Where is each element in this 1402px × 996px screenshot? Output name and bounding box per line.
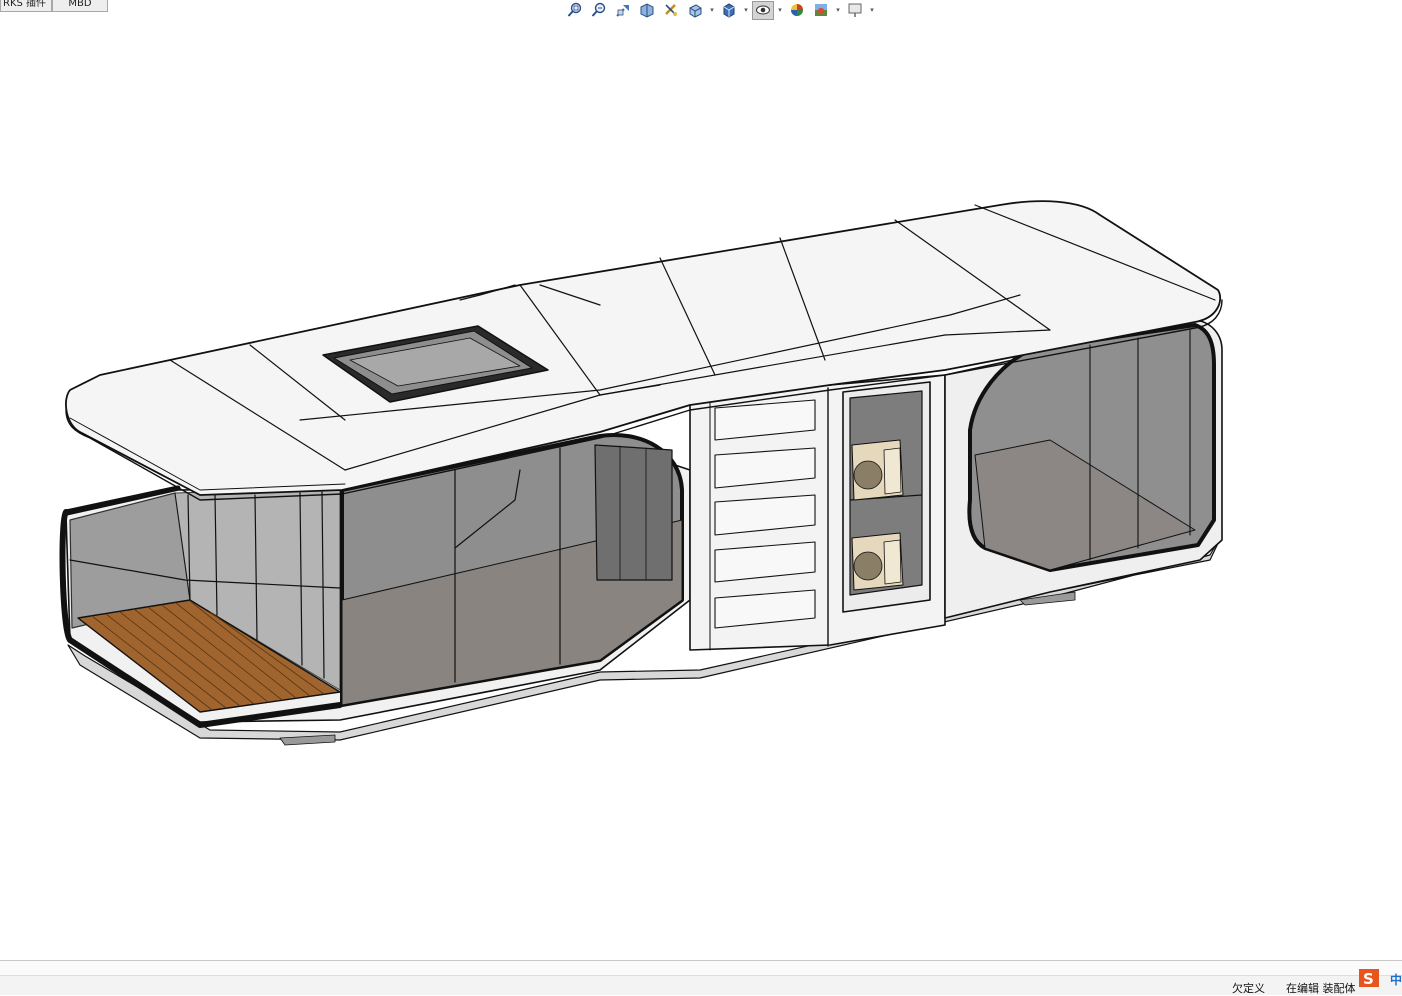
graphics-area[interactable] xyxy=(0,22,1402,960)
apply-scene-dropdown-icon[interactable]: ▾ xyxy=(834,1,842,20)
display-style-dropdown-icon[interactable]: ▾ xyxy=(742,1,750,20)
tab-mbd[interactable]: MBD xyxy=(52,0,108,12)
capsule-house-model xyxy=(59,200,1223,746)
hide-show-dropdown-icon[interactable]: ▾ xyxy=(776,1,784,20)
zoom-to-fit-icon[interactable] xyxy=(564,1,586,20)
ime-logo-icon[interactable]: S xyxy=(1355,967,1383,991)
previous-view-icon[interactable] xyxy=(612,1,634,20)
command-manager-tabs: RKS 插件 MBD xyxy=(0,0,108,12)
view-orientation-icon[interactable] xyxy=(684,1,706,20)
display-style-icon[interactable] xyxy=(718,1,740,20)
hide-show-items-icon[interactable] xyxy=(752,0,774,20)
apply-scene-icon[interactable] xyxy=(810,1,832,20)
zoom-area-icon[interactable] xyxy=(588,1,610,20)
dynamic-annotation-icon[interactable] xyxy=(660,1,682,20)
view-settings-icon[interactable] xyxy=(844,1,866,20)
svg-text:S: S xyxy=(1363,970,1374,988)
definition-status: 欠定义 xyxy=(1232,982,1265,995)
heads-up-view-toolbar: ▾ ▾ ▾ ▾ ▾ xyxy=(564,0,876,20)
view-orientation-dropdown-icon[interactable]: ▾ xyxy=(708,1,716,20)
status-bar-fields: 欠定义 在编辑 装配体 xyxy=(0,975,1402,995)
editing-status: 在编辑 装配体 xyxy=(1286,982,1356,995)
status-bar: 欠定义 在编辑 装配体 S 中 xyxy=(0,960,1402,995)
edit-appearance-icon[interactable] xyxy=(786,1,808,20)
tab-plugins[interactable]: RKS 插件 xyxy=(0,0,52,12)
section-view-icon[interactable] xyxy=(636,1,658,20)
view-settings-dropdown-icon[interactable]: ▾ xyxy=(868,1,876,20)
ime-mode-label[interactable]: 中 xyxy=(1390,971,1402,988)
